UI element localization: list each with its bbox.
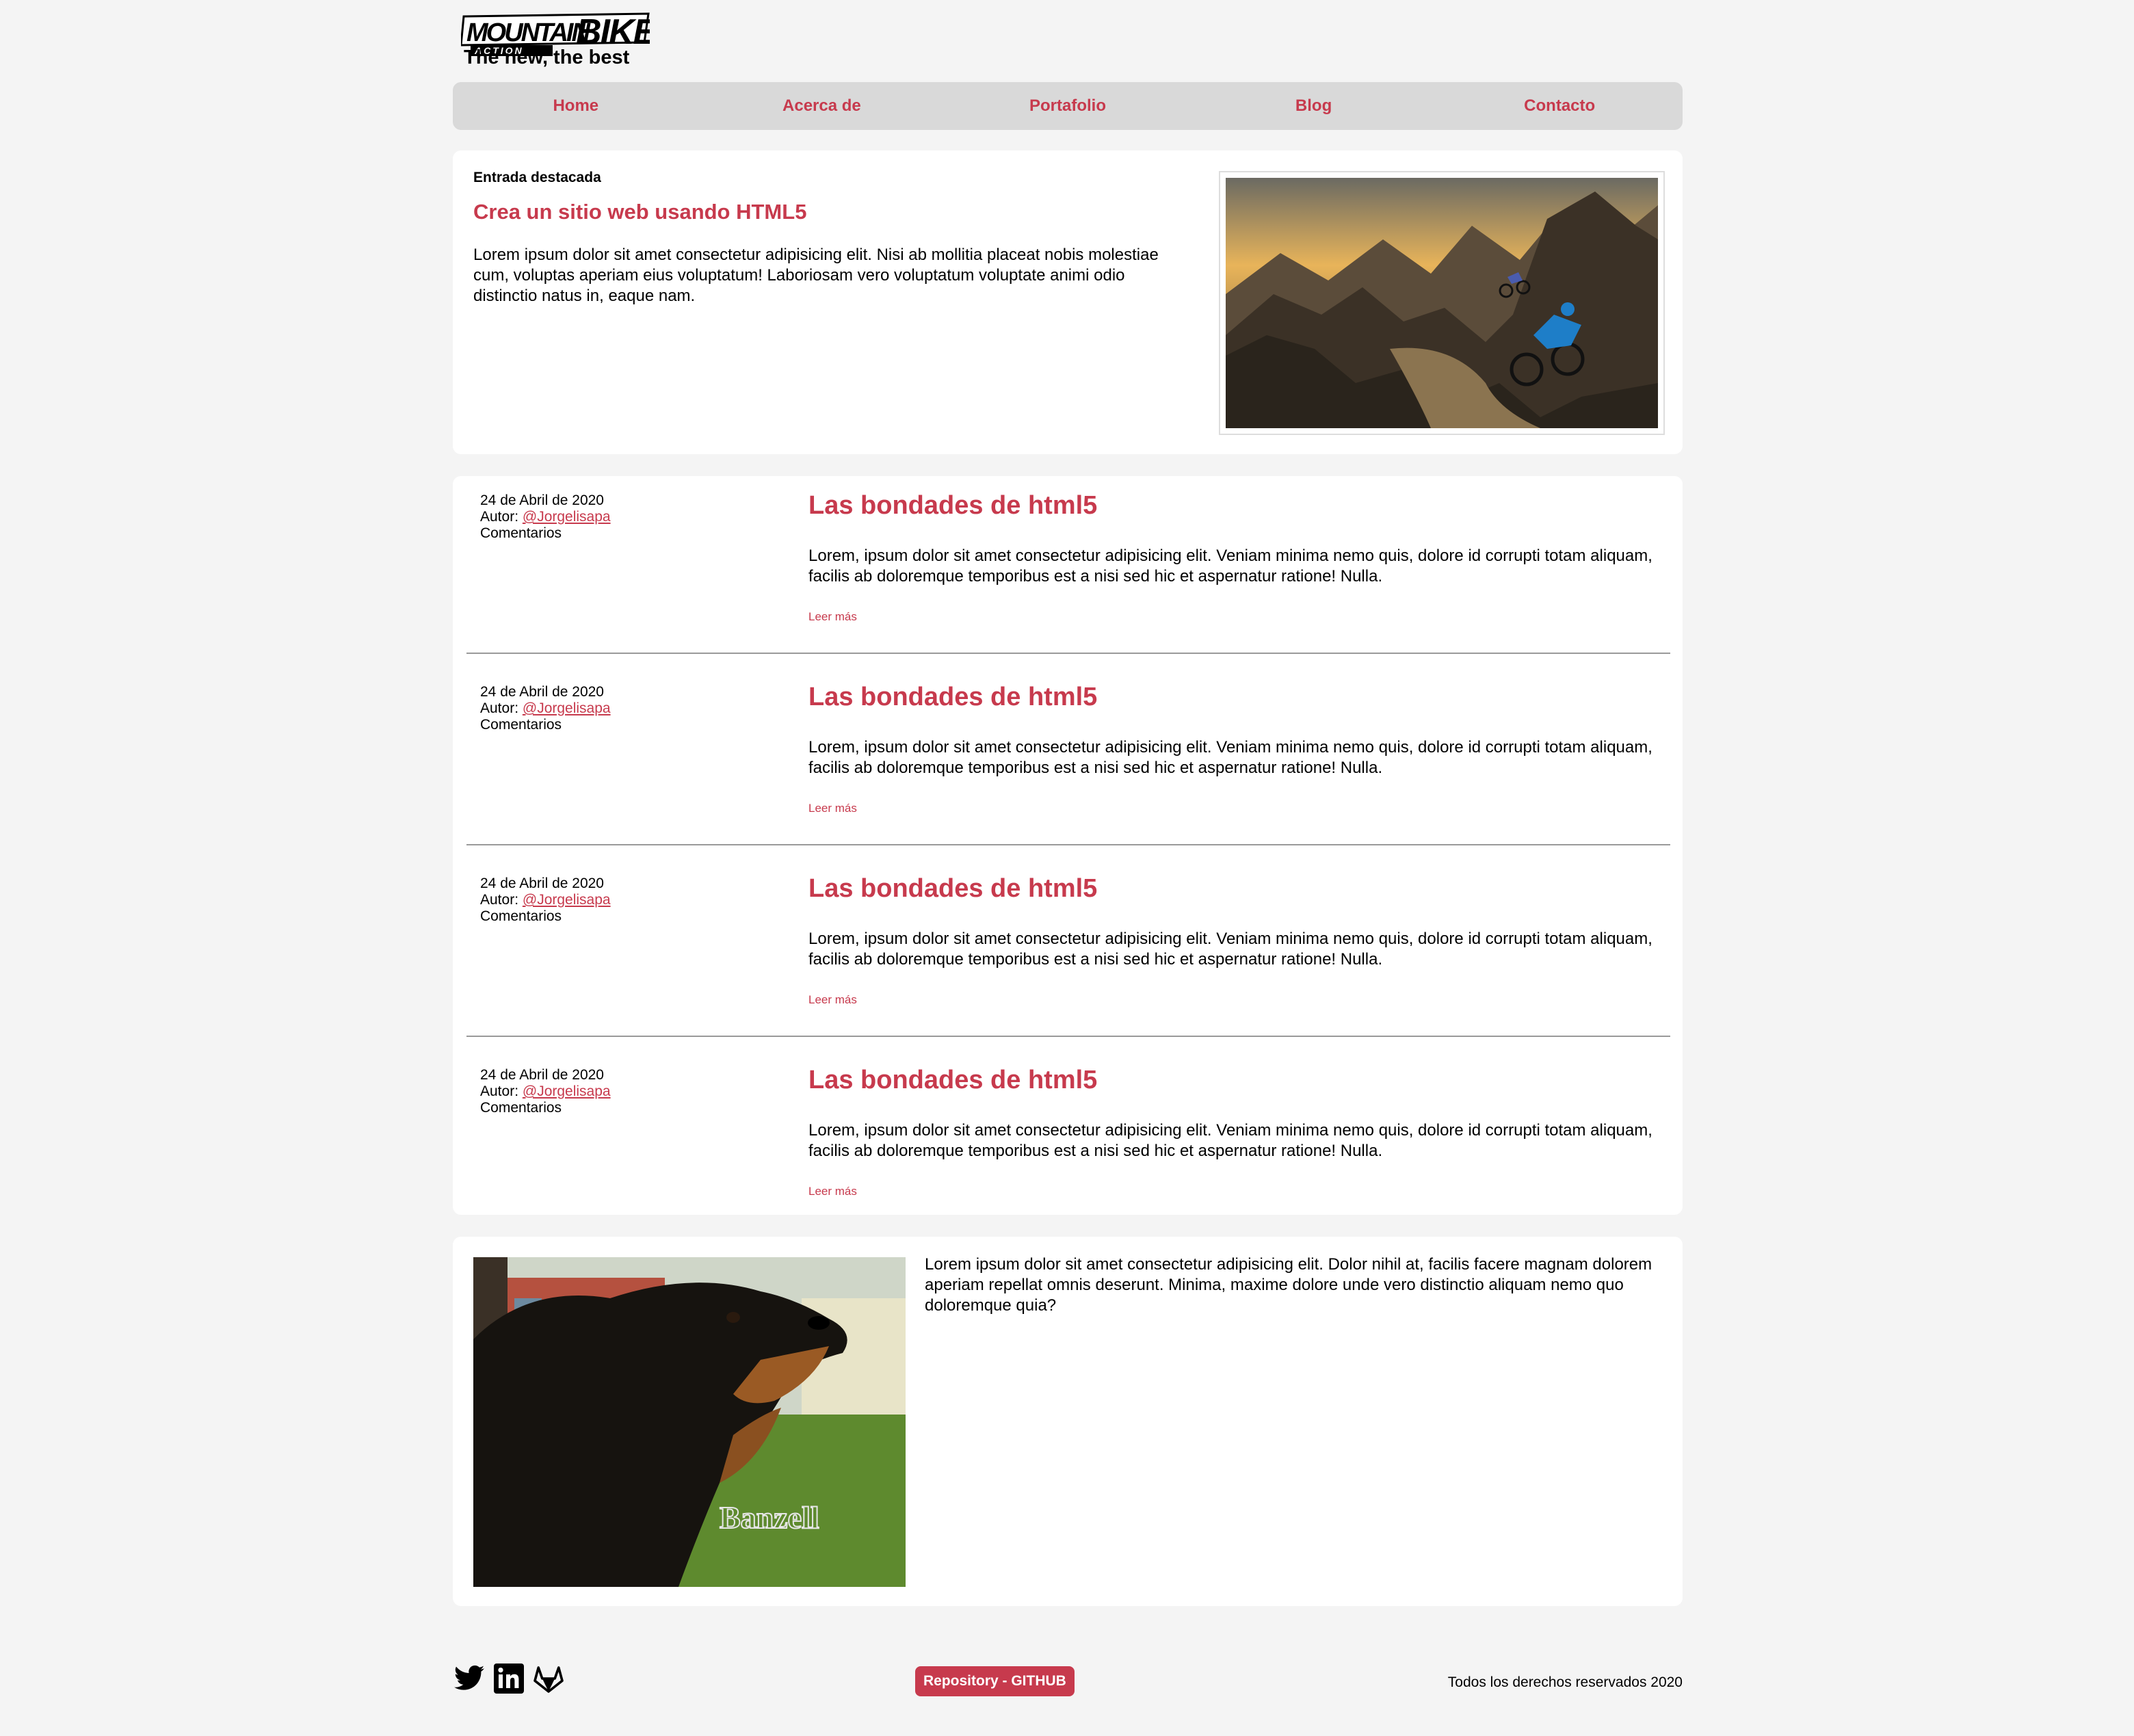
post-date: 24 de Abril de 2020 [480, 492, 604, 508]
about-section: Banzell Lorem ipsum dolor sit amet conse… [453, 1237, 1683, 1606]
post-comments[interactable]: Comentarios [480, 1100, 611, 1116]
post-author-line: Autor: @Jorgelisapa [480, 892, 611, 908]
post-title[interactable]: Las bondades de html5 [808, 874, 1097, 904]
main-nav: Home Acerca de Portafolio Blog Contacto [453, 82, 1683, 130]
post-author-link[interactable]: @Jorgelisapa [523, 1083, 611, 1099]
post-author-line: Autor: @Jorgelisapa [480, 509, 611, 525]
post-comments[interactable]: Comentarios [480, 717, 611, 733]
post-meta: 24 de Abril de 2020 Autor: @Jorgelisapa … [480, 492, 611, 542]
copyright-text: Todos los derechos reservados 2020 [1447, 1674, 1683, 1690]
featured-label: Entrada destacada [473, 170, 601, 185]
post-comments[interactable]: Comentarios [480, 525, 611, 542]
featured-text: Lorem ipsum dolor sit amet consectetur a… [473, 246, 1159, 305]
post-item: 24 de Abril de 2020 Autor: @Jorgelisapa … [466, 668, 1670, 859]
nav-portafolio[interactable]: Portafolio [945, 96, 1191, 116]
post-text: Lorem, ipsum dolor sit amet consectetur … [808, 1121, 1652, 1160]
nav-blog[interactable]: Blog [1191, 96, 1437, 116]
read-more-link[interactable]: Leer más [808, 993, 857, 1007]
post-meta: 24 de Abril de 2020 Autor: @Jorgelisapa … [480, 1067, 611, 1116]
nav-acerca-de[interactable]: Acerca de [699, 96, 945, 116]
read-more-link[interactable]: Leer más [808, 1185, 857, 1198]
post-text: Lorem, ipsum dolor sit amet consectetur … [808, 547, 1652, 586]
post-title[interactable]: Las bondades de html5 [808, 1066, 1097, 1095]
post-meta: 24 de Abril de 2020 Autor: @Jorgelisapa … [480, 876, 611, 925]
repository-github-button[interactable]: Repository - GITHUB [915, 1666, 1075, 1696]
site-footer: Repository - GITHUB Todos los derechos r… [453, 1655, 1683, 1696]
nav-home[interactable]: Home [453, 96, 699, 116]
post-divider [466, 1036, 1670, 1037]
post-author-link[interactable]: @Jorgelisapa [523, 700, 611, 716]
post-date: 24 de Abril de 2020 [480, 1067, 604, 1083]
post-text: Lorem, ipsum dolor sit amet consectetur … [808, 930, 1652, 969]
linkedin-icon[interactable] [492, 1662, 525, 1695]
featured-image-frame [1219, 171, 1665, 435]
photo-watermark: Banzell [720, 1500, 819, 1535]
post-divider [466, 844, 1670, 845]
read-more-link[interactable]: Leer más [808, 610, 857, 624]
post-text: Lorem, ipsum dolor sit amet consectetur … [808, 738, 1652, 777]
post-author-label: Autor: [480, 509, 519, 525]
post-author-label: Autor: [480, 700, 519, 716]
post-item: 24 de Abril de 2020 Autor: @Jorgelisapa … [466, 476, 1670, 668]
read-more-link[interactable]: Leer más [808, 802, 857, 815]
post-comments[interactable]: Comentarios [480, 908, 611, 925]
site-logo[interactable]: MOUNTAIN BIKE ACTION [460, 11, 659, 56]
dog-photo: Banzell [473, 1257, 906, 1587]
post-divider [466, 653, 1670, 654]
gitlab-icon[interactable] [532, 1662, 565, 1695]
twitter-icon[interactable] [453, 1662, 486, 1695]
post-author-link[interactable]: @Jorgelisapa [523, 509, 611, 525]
post-title[interactable]: Las bondades de html5 [808, 683, 1097, 712]
site-tagline: The new, the best [464, 47, 630, 68]
svg-text:MOUNTAIN: MOUNTAIN [466, 18, 591, 47]
post-title[interactable]: Las bondades de html5 [808, 491, 1097, 521]
social-links [453, 1662, 565, 1695]
post-meta: 24 de Abril de 2020 Autor: @Jorgelisapa … [480, 684, 611, 733]
post-author-link[interactable]: @Jorgelisapa [523, 892, 611, 908]
featured-entry: Entrada destacada Crea un sitio web usan… [453, 150, 1683, 454]
featured-image [1226, 178, 1658, 428]
post-date: 24 de Abril de 2020 [480, 684, 604, 700]
featured-title[interactable]: Crea un sitio web usando HTML5 [473, 200, 806, 224]
nav-contacto[interactable]: Contacto [1436, 96, 1683, 116]
post-item: 24 de Abril de 2020 Autor: @Jorgelisapa … [466, 1051, 1670, 1242]
post-author-label: Autor: [480, 892, 519, 908]
post-item: 24 de Abril de 2020 Autor: @Jorgelisapa … [466, 859, 1670, 1051]
about-text: Lorem ipsum dolor sit amet consectetur a… [925, 1255, 1652, 1315]
posts-list: 24 de Abril de 2020 Autor: @Jorgelisapa … [453, 476, 1683, 1215]
post-author-line: Autor: @Jorgelisapa [480, 700, 611, 717]
post-date: 24 de Abril de 2020 [480, 876, 604, 891]
post-author-line: Autor: @Jorgelisapa [480, 1083, 611, 1100]
post-author-label: Autor: [480, 1083, 519, 1099]
